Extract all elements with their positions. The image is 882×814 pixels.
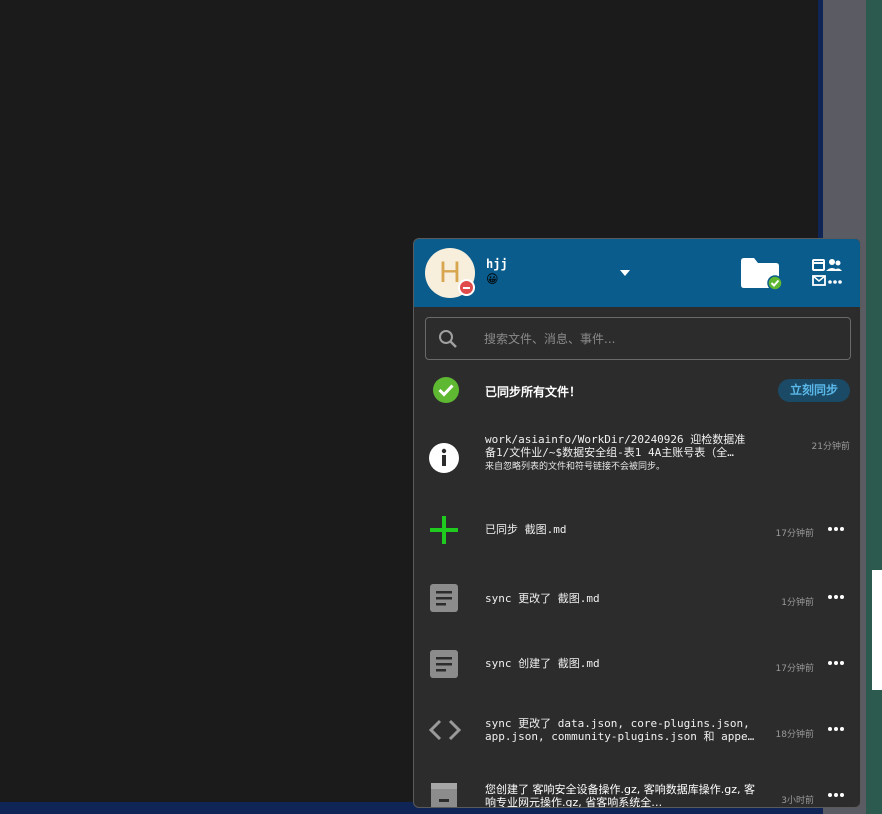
account-header: H hjj 😀: [414, 239, 860, 307]
info-icon: [429, 443, 459, 473]
activity-item[interactable]: sync 更改了 data.json, core-plugins.json, a…: [414, 696, 860, 762]
more-options-icon[interactable]: [828, 727, 846, 733]
activity-text: work/asiainfo/WorkDir/20240926 迎检数据准备1/文…: [485, 433, 755, 474]
document-icon: [430, 584, 458, 612]
search-input[interactable]: [484, 328, 834, 350]
search-box[interactable]: [425, 317, 851, 360]
code-icon: [428, 719, 462, 741]
activity-time: 17分钟前: [775, 529, 814, 539]
activity-text: 您创建了 客响安全设备操作.gz, 客响数据库操作.gz, 客响专业网元操作.g…: [485, 783, 755, 808]
folder-sync-icon[interactable]: [740, 257, 784, 291]
plus-icon: [430, 516, 458, 544]
activity-subtext: 来自忽略列表的文件和符号链接不会被同步。: [485, 462, 666, 472]
activity-text: sync 更改了 data.json, core-plugins.json, a…: [485, 717, 755, 743]
activity-time: 18分钟前: [775, 730, 814, 740]
sync-ok-icon: [433, 377, 459, 403]
apps-menu-icon[interactable]: [810, 257, 844, 289]
user-name[interactable]: hjj: [486, 257, 508, 271]
search-icon: [439, 330, 457, 348]
desktop-edge: [866, 0, 882, 814]
sync-now-button[interactable]: 立刻同步: [778, 379, 850, 402]
archive-icon: [431, 783, 457, 807]
activity-item[interactable]: sync 更改了 截图.md 1分钟前: [414, 564, 860, 630]
nextcloud-tray-panel: H hjj 😀 搜索文件、消息、事件... 已同步所有文件！ 立刻同步 work…: [413, 238, 861, 808]
activity-time: 17分钟前: [775, 664, 814, 674]
do-not-disturb-icon: [458, 279, 475, 296]
activity-text: 已同步 截图.md: [485, 523, 567, 536]
activity-item[interactable]: 已同步 截图.md 17分钟前: [414, 496, 860, 562]
document-icon: [430, 650, 458, 678]
more-options-icon[interactable]: [828, 661, 846, 667]
user-status-emoji: 😀: [486, 272, 499, 286]
activity-time: 21分钟前: [811, 442, 850, 452]
account-dropdown-icon[interactable]: [620, 270, 630, 276]
more-options-icon[interactable]: [828, 793, 846, 799]
activity-text: sync 更改了 截图.md: [485, 592, 600, 605]
activity-item[interactable]: sync 创建了 截图.md 17分钟前: [414, 630, 860, 696]
activity-time: 1分钟前: [781, 598, 814, 608]
desktop-icons-strip: [872, 570, 882, 690]
more-options-icon[interactable]: [828, 595, 846, 601]
activity-time: 3小时前: [781, 796, 814, 806]
activity-text: sync 创建了 截图.md: [485, 657, 600, 670]
more-options-icon[interactable]: [828, 527, 846, 533]
sync-status-text: 已同步所有文件！: [485, 385, 582, 399]
activity-item[interactable]: 您创建了 客响安全设备操作.gz, 客响数据库操作.gz, 客响专业网元操作.g…: [414, 762, 860, 808]
activity-item[interactable]: work/asiainfo/WorkDir/20240926 迎检数据准备1/文…: [414, 425, 860, 491]
